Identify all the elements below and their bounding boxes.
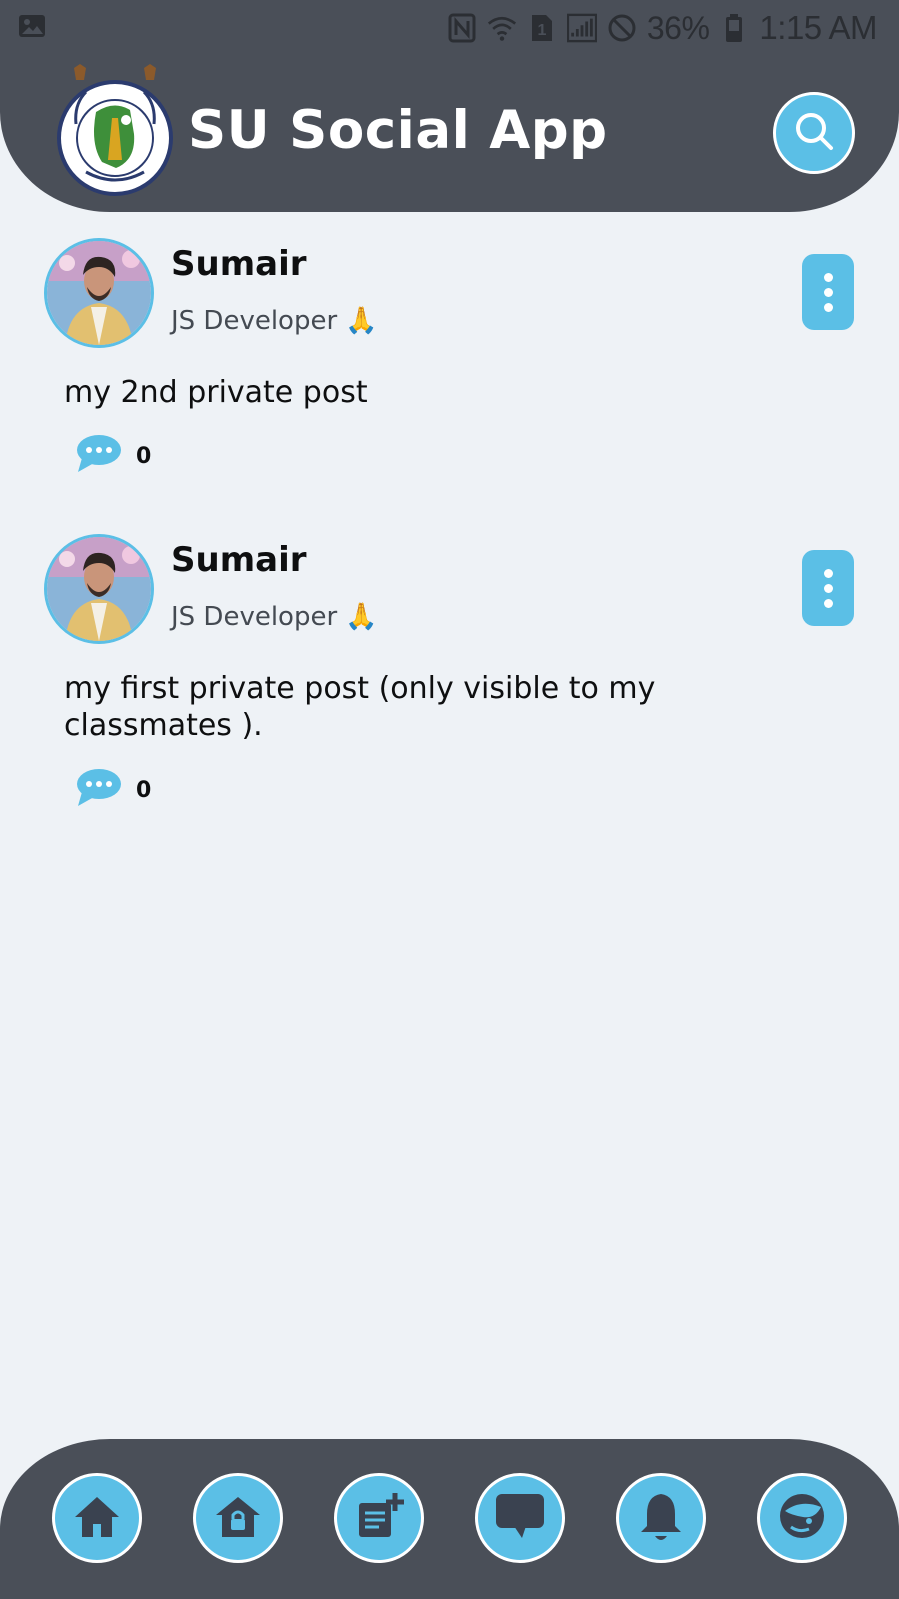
gallery-notification-icon [18,14,46,38]
nfc-icon [447,13,477,43]
university-of-sindh-logo [56,64,174,202]
comments-button[interactable]: 0 [76,768,151,813]
nav-home-button[interactable] [52,1473,142,1563]
home-icon [71,1493,123,1544]
bell-icon [637,1490,685,1547]
post-options-button[interactable] [802,550,854,626]
more-vertical-icon [823,568,833,578]
do-not-disturb-icon [607,13,637,43]
nav-notifications-button[interactable] [616,1473,706,1563]
search-button[interactable] [773,92,855,174]
chat-icon [494,1492,546,1545]
post-text: my 2nd private post [64,375,368,410]
comment-icon [76,768,122,813]
post-author-name[interactable]: Sumair [171,540,307,580]
comment-count: 0 [136,444,152,469]
sim-icon: 1 [527,13,557,43]
app-header: 1 36% 1:15 AM SU Social App [0,0,899,212]
nav-chat-button[interactable] [475,1473,565,1563]
profile-icon [777,1491,827,1546]
comments-button[interactable]: 0 [76,434,151,479]
avatar[interactable] [44,238,154,348]
private-home-icon [212,1493,264,1544]
post-author-role: JS Developer 🙏 [171,306,378,336]
more-dot [823,302,833,312]
clock: 1:15 AM [759,9,877,46]
role-text: JS Developer [171,602,338,632]
folded-hands-emoji: 🙏 [345,602,378,632]
more-dot [823,598,833,608]
more-dot [823,287,833,297]
nav-create-post-button[interactable] [334,1473,424,1563]
battery-icon [719,13,749,43]
comment-icon [76,434,122,479]
search-icon [793,110,835,157]
post-text: my first private post (only visible to m… [64,671,656,743]
folded-hands-emoji: 🙏 [345,306,378,336]
comment-count: 0 [136,778,152,803]
more-dot [823,583,833,593]
battery-percent: 36% [646,9,710,46]
sim-slot-label: 1 [537,22,546,39]
post-author-role: JS Developer 🙏 [171,602,378,632]
post-author-name[interactable]: Sumair [171,244,307,284]
nav-private-home-button[interactable] [193,1473,283,1563]
avatar[interactable] [44,534,154,644]
signal-icon [566,13,597,43]
bottom-navigation [0,1439,899,1599]
more-vertical-icon [823,272,833,282]
app-title: SU Social App [188,100,608,161]
post-options-button[interactable] [802,254,854,330]
role-text: JS Developer [171,306,338,336]
nav-profile-button[interactable] [757,1473,847,1563]
wifi-icon [487,13,517,43]
create-post-icon [353,1491,405,1546]
status-bar: 1 36% 1:15 AM [0,0,899,56]
